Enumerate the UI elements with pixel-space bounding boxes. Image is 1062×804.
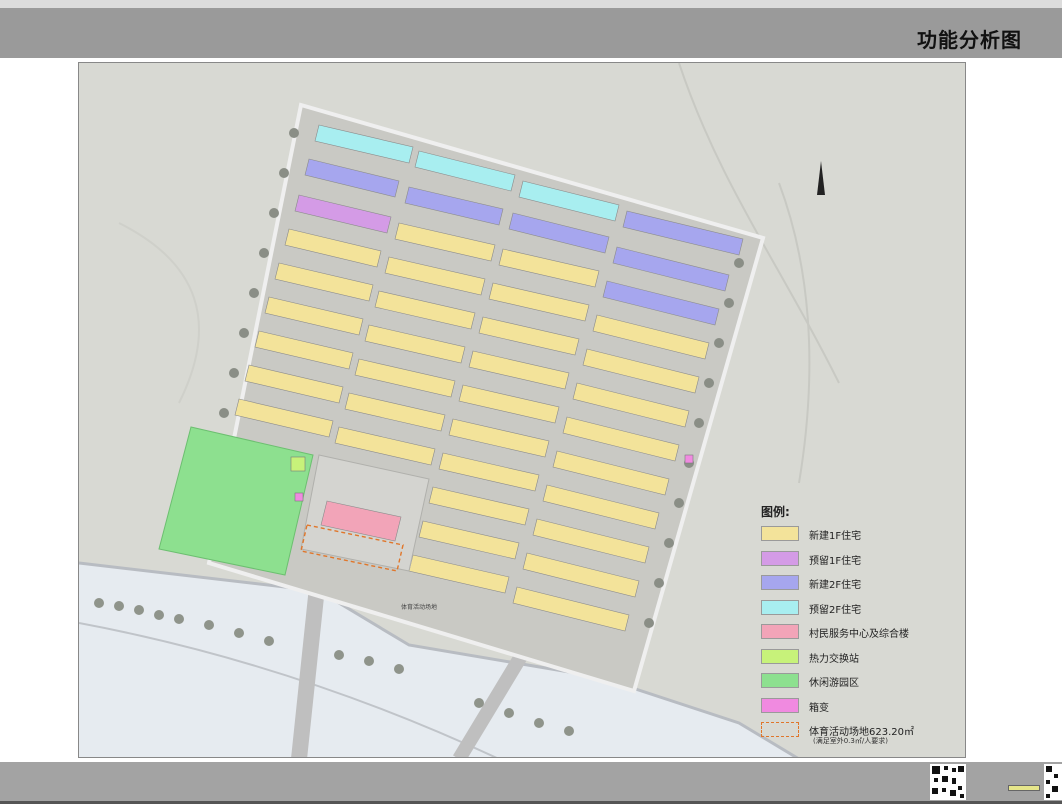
legend-item-heat-station: 热力交换站: [761, 647, 961, 672]
page-title: 功能分析图: [917, 28, 1022, 52]
site-plan: 体育活动场地 图例: 新建1F住宅 预留1F住宅 新建2F住宅 预留2F住宅 村…: [78, 62, 966, 758]
legend-label: 箱变: [809, 702, 829, 714]
footer-bar: [0, 762, 1062, 804]
footer-dash-marker: [1008, 785, 1040, 791]
legend-item-leisure-park: 休闲游园区: [761, 671, 961, 696]
legend-item-new-2f: 新建2F住宅: [761, 573, 961, 598]
legend-note: (满足室外0.3㎡/人要求): [813, 737, 888, 745]
legend-swatch: [761, 697, 799, 713]
qr-code-icon: [930, 764, 966, 800]
legend-label: 新建2F住宅: [809, 580, 862, 591]
legend-swatch: [761, 550, 799, 566]
legend-item-sports-field: 体育活动场地623.20㎡ (满足室外0.3㎡/人要求): [761, 720, 961, 752]
legend-swatch: [761, 624, 799, 639]
qr-code-partial-icon: [1044, 764, 1062, 800]
header-bar: 功能分析图: [0, 0, 1062, 58]
legend-item-new-1f: 新建1F住宅: [761, 524, 961, 549]
legend-title: 图例:: [761, 505, 790, 519]
legend-swatch: [761, 526, 799, 541]
legend-swatch: [761, 575, 799, 590]
legend-item-reserved-2f: 预留2F住宅: [761, 598, 961, 623]
legend-swatch: [761, 673, 799, 688]
legend-swatch: [761, 648, 799, 664]
legend-swatch: [761, 599, 799, 615]
legend-label: 热力交换站: [809, 653, 859, 665]
legend-item-transformer: 箱变: [761, 696, 961, 721]
legend-label: 新建1F住宅: [809, 531, 862, 542]
legend-item-service-center: 村民服务中心及综合楼: [761, 622, 961, 647]
legend-item-reserved-1f: 预留1F住宅: [761, 549, 961, 574]
legend-label: 休闲游园区: [809, 678, 859, 689]
legend-label: 预留2F住宅: [809, 604, 862, 616]
legend: 图例: 新建1F住宅 预留1F住宅 新建2F住宅 预留2F住宅 村民服务中心及综…: [761, 503, 961, 752]
legend-swatch: [761, 722, 799, 737]
legend-label: 村民服务中心及综合楼: [809, 629, 909, 640]
sports-field-label: 体育活动场地: [401, 604, 438, 611]
legend-label: 预留1F住宅: [809, 555, 862, 567]
